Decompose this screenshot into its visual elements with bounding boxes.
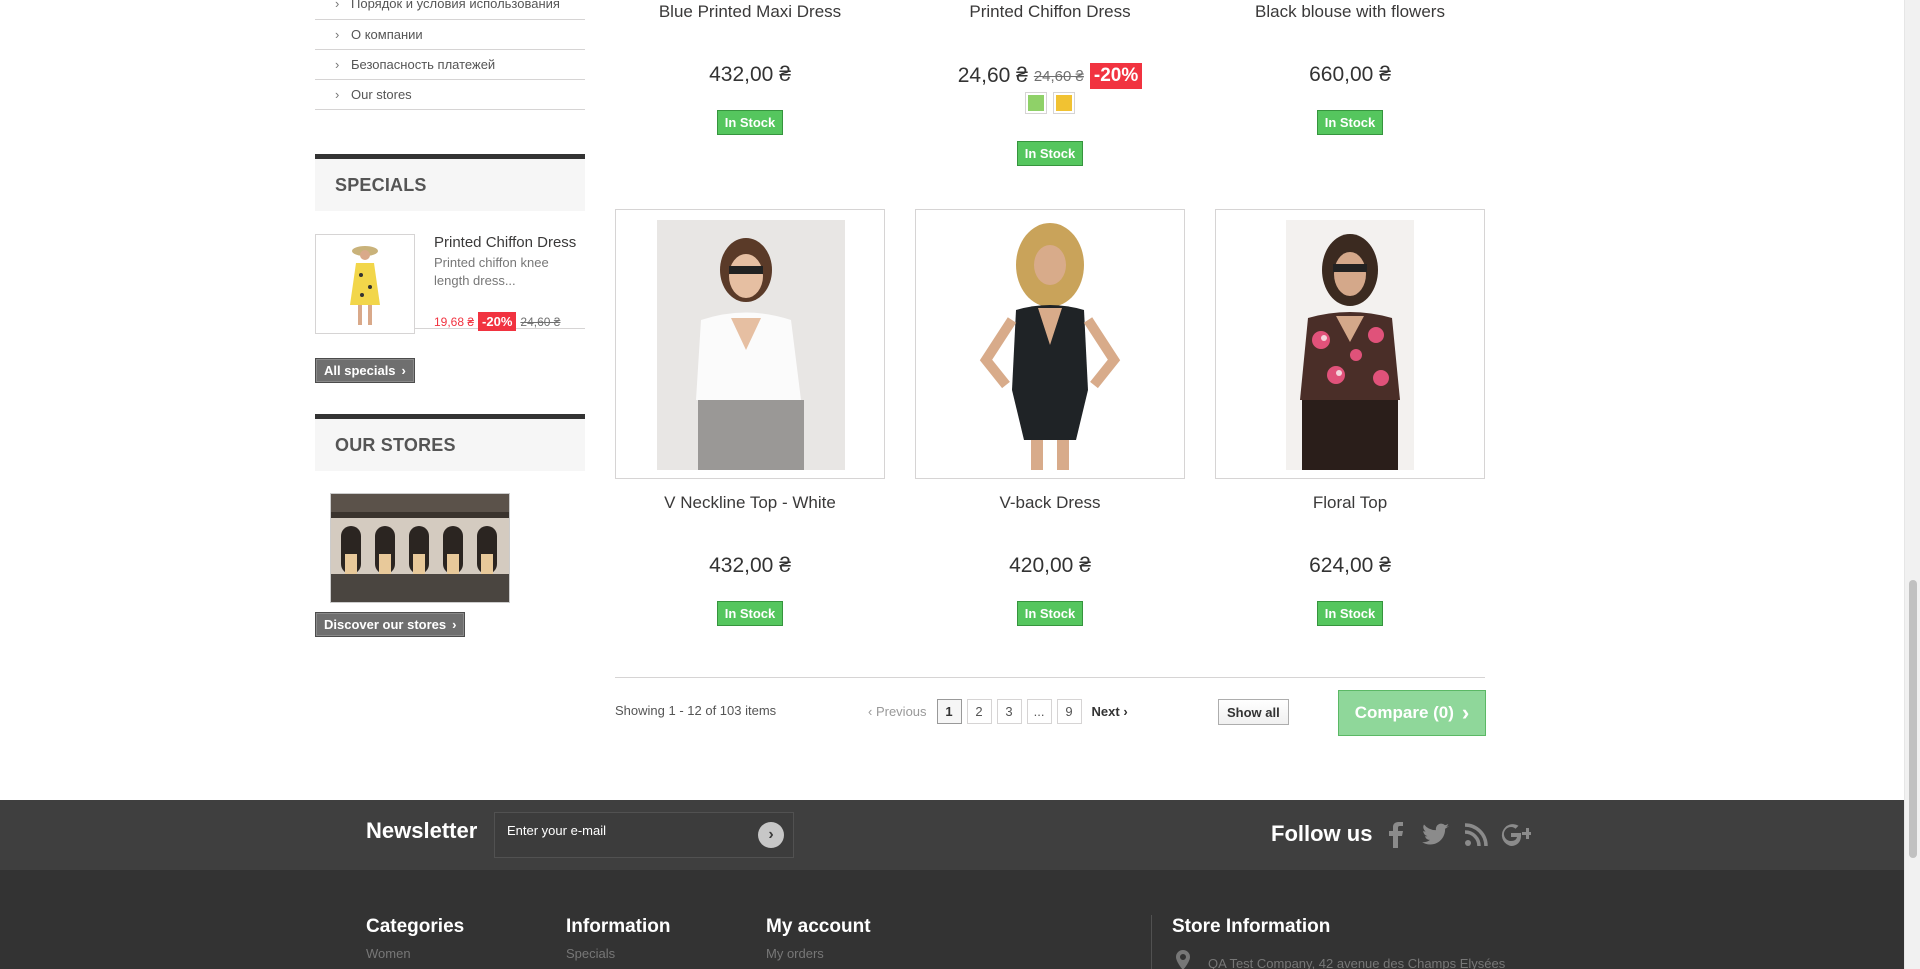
footer-store-info-title: Store Information: [1172, 916, 1331, 937]
map-pin-icon: [1176, 950, 1190, 969]
cms-link-terms[interactable]: Порядок и условия использования: [315, 0, 585, 20]
chevron-right-icon: ›: [1461, 700, 1470, 725]
chevron-right-icon: ›: [452, 617, 457, 632]
in-stock-badge: In Stock: [1016, 141, 1084, 166]
listing-bottom-divider: [615, 677, 1485, 678]
page-link-3[interactable]: 3: [996, 699, 1022, 724]
pagination-next-label: Next: [1091, 704, 1120, 719]
follow-us-label: Follow us: [1271, 821, 1373, 846]
product-price: 420,00 ₴: [1009, 554, 1091, 577]
special-product-description: Printed chiffon knee length dress...: [434, 255, 549, 288]
twitter-icon[interactable]: [1421, 820, 1451, 850]
discover-stores-label: Discover our stores: [324, 617, 447, 632]
page-link-1[interactable]: 1: [936, 699, 962, 724]
product-name[interactable]: Floral Top: [1215, 493, 1485, 513]
special-product-image[interactable]: [315, 234, 415, 334]
product-name[interactable]: V Neckline Top - White: [615, 493, 885, 513]
product-image[interactable]: [615, 209, 885, 479]
page-ellipsis: ...: [1026, 699, 1052, 724]
page-link-9[interactable]: 9: [1056, 699, 1082, 724]
pagination-next[interactable]: Next ›: [1092, 704, 1128, 719]
product-name[interactable]: V-back Dress: [915, 493, 1185, 513]
cms-link-about[interactable]: О компании: [315, 20, 585, 50]
specials-title[interactable]: Specials: [315, 154, 585, 211]
footer-information-link[interactable]: Specials: [566, 946, 671, 961]
footer-information-column: Information Specials: [566, 916, 671, 961]
newsletter-email-input[interactable]: Enter your e-mail: [494, 812, 794, 858]
left-column: Порядок и условия использования О компан…: [315, 0, 585, 637]
in-stock-badge: In Stock: [1016, 601, 1084, 626]
discount-badge: -20%: [1089, 63, 1143, 89]
all-specials-label: All specials: [324, 363, 396, 378]
newsletter-submit-icon[interactable]: ›: [758, 822, 784, 848]
product-price: 624,00 ₴: [1309, 554, 1391, 577]
product-price: 432,00 ₴: [709, 63, 791, 86]
in-stock-badge: In Stock: [1316, 110, 1384, 135]
footer-account-title[interactable]: My account: [766, 916, 871, 938]
product-price-row: 24,60 ₴ 24,60 ₴ -20%: [915, 63, 1185, 89]
product-price: 432,00 ₴: [709, 554, 791, 577]
footer-information-title: Information: [566, 916, 671, 937]
color-swatch-green[interactable]: [1025, 92, 1047, 114]
pagination-previous-label: Previous: [875, 704, 927, 719]
compare-button[interactable]: Compare (0) ›: [1338, 690, 1486, 736]
product-image[interactable]: [915, 209, 1185, 479]
footer-categories-title[interactable]: Categories: [366, 916, 464, 938]
cms-link-secure-payment[interactable]: Безопасность платежей: [315, 50, 585, 80]
google-plus-icon[interactable]: [1501, 820, 1531, 850]
rss-icon[interactable]: [1461, 820, 1491, 850]
footer-categories-link[interactable]: Women: [366, 946, 464, 961]
color-swatches: [915, 92, 1185, 114]
product-name[interactable]: Printed Chiffon Dress: [915, 2, 1185, 22]
newsletter-label: Newsletter: [366, 818, 478, 843]
special-old-price: 24,60 ₴: [520, 314, 561, 329]
footer-categories-column: Categories Women: [366, 916, 464, 961]
special-price: 19,68 ₴: [434, 314, 475, 329]
show-all-button[interactable]: Show all: [1218, 699, 1289, 725]
special-discount-badge: -20%: [478, 312, 517, 331]
special-product: Printed Chiffon Dress Printed chiffon kn…: [315, 211, 585, 334]
product-price: 24,60 ₴: [957, 64, 1028, 87]
newsletter-bar: [0, 800, 1904, 870]
special-product-prices: 19,68 ₴ -20% 24,60 ₴: [434, 312, 560, 331]
page-link-2[interactable]: 2: [966, 699, 992, 724]
discover-stores-button[interactable]: Discover our stores ›: [315, 612, 466, 637]
special-product-name[interactable]: Printed Chiffon Dress: [434, 234, 576, 251]
footer-store-info-column: Store Information: [1172, 916, 1330, 946]
in-stock-badge: In Stock: [716, 601, 784, 626]
facebook-icon[interactable]: [1381, 820, 1411, 850]
in-stock-badge: In Stock: [716, 110, 784, 135]
cms-links-list: Порядок и условия использования О компан…: [315, 0, 585, 110]
product-image[interactable]: [1215, 209, 1485, 479]
store-building-image[interactable]: [330, 493, 510, 603]
product-name[interactable]: Black blouse with flowers: [1215, 2, 1485, 22]
compare-label: Compare (0): [1354, 703, 1454, 722]
product-count: Showing 1 - 12 of 103 items: [615, 703, 777, 718]
product-old-price: 24,60 ₴: [1033, 67, 1084, 85]
color-swatch-yellow[interactable]: [1053, 92, 1075, 114]
pagination: ‹ Previous 1 2 3 ... 9 Next ›: [868, 699, 1128, 724]
footer-account-column: My account My orders: [766, 916, 871, 961]
footer-account-link[interactable]: My orders: [766, 946, 871, 961]
our-stores-title[interactable]: Our stores: [315, 414, 585, 471]
footer-divider: [1151, 915, 1152, 969]
scrollbar-thumb[interactable]: [1909, 580, 1917, 858]
chevron-right-icon: ›: [401, 363, 406, 378]
page-scrollbar[interactable]: [1904, 0, 1920, 969]
in-stock-badge: In Stock: [1316, 601, 1384, 626]
cms-link-our-stores[interactable]: Our stores: [315, 80, 585, 110]
store-address: QA Test Company, 42 avenue des Champs El…: [1208, 956, 1506, 969]
all-specials-button[interactable]: All specials ›: [315, 358, 415, 383]
product-name[interactable]: Blue Printed Maxi Dress: [615, 2, 885, 22]
pagination-previous[interactable]: ‹ Previous: [868, 704, 927, 719]
footer: [0, 870, 1904, 969]
product-price: 660,00 ₴: [1309, 63, 1391, 86]
